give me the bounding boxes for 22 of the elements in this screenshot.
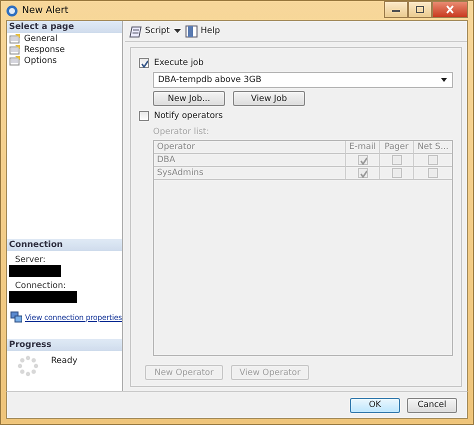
- table-cell: DBA: [154, 154, 346, 166]
- dialog-button[interactable]: View Job: [233, 91, 305, 106]
- list-label: Operator list:: [153, 127, 210, 137]
- page-item[interactable]: General: [7, 33, 122, 44]
- progress-status: Ready: [51, 355, 78, 366]
- ok-button[interactable]: OK: [350, 398, 400, 412]
- help-button[interactable]: Help: [184, 24, 220, 38]
- cancel-button[interactable]: Cancel: [407, 398, 457, 412]
- server-label: Server:: [14, 254, 47, 265]
- job-dropdown[interactable]: DBA-tempdb above 3GB: [153, 72, 453, 88]
- table-cell: SysAdmins: [154, 167, 346, 179]
- connection-label: Connection:: [14, 280, 67, 291]
- section-header: Connection: [7, 239, 122, 251]
- checkbox-label: Notify operators: [154, 111, 223, 121]
- page-item[interactable]: Response: [7, 44, 122, 55]
- script-button[interactable]: Script: [129, 24, 170, 38]
- page-item[interactable]: Options: [7, 55, 122, 66]
- section-header: Select a page: [7, 21, 122, 33]
- window-title: New Alert: [22, 5, 68, 16]
- dialog-button[interactable]: New Job...: [153, 91, 225, 106]
- section-header: Progress: [7, 339, 122, 351]
- checkbox-label: Execute job: [154, 58, 204, 68]
